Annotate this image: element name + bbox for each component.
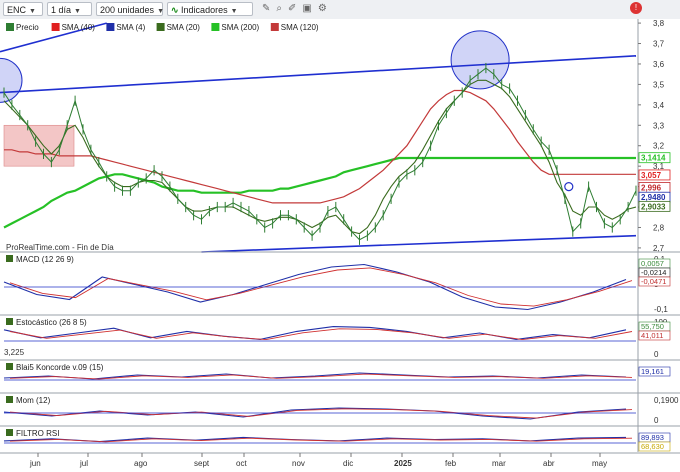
y-tick-label: 2,8 bbox=[653, 223, 665, 232]
x-tick-label: jul bbox=[79, 459, 88, 468]
legend-swatch bbox=[106, 23, 115, 31]
chart-area: 3,83,73,63,53,43,33,23,132,92,82,73,1414… bbox=[0, 19, 680, 468]
x-tick-label: may bbox=[592, 459, 607, 468]
panel-icon bbox=[6, 255, 13, 262]
legend-label: SMA (120) bbox=[281, 23, 319, 32]
legend-label: SMA (200) bbox=[221, 23, 259, 32]
value-tag-label: 3,1414 bbox=[641, 154, 666, 163]
indicators-button[interactable]: ∿ Indicadores ▼ bbox=[167, 2, 253, 16]
indicators-label: Indicadores bbox=[181, 5, 228, 15]
panel-tick-label: 0 bbox=[654, 350, 659, 359]
symbol-selector[interactable]: ENC ▼ bbox=[3, 2, 43, 16]
panel-signal-line bbox=[9, 373, 633, 380]
panel-tag-label: 0,0057 bbox=[641, 259, 664, 268]
camera-icon[interactable]: ▣ bbox=[302, 3, 317, 14]
x-tick-label: dic bbox=[343, 459, 353, 468]
legend-swatch bbox=[6, 23, 14, 31]
panel-signal-line bbox=[9, 408, 633, 419]
chevron-down-icon: ▼ bbox=[74, 8, 81, 15]
indicators-icon: ∿ bbox=[171, 5, 182, 15]
watermark-label: ProRealTime.com - Fin de Día bbox=[6, 243, 114, 252]
y-tick-label: 3,4 bbox=[653, 101, 665, 110]
panel-title: Mom (12) bbox=[16, 396, 51, 405]
x-tick-label: sept bbox=[194, 459, 210, 468]
tool-icons: ✎⌕✐▣⚙ bbox=[262, 3, 333, 14]
legend-label: SMA (4) bbox=[116, 23, 145, 32]
panel-tag-label: 41,011 bbox=[641, 331, 663, 340]
y-tick-label: 3,8 bbox=[653, 19, 665, 28]
panel-left-value: 3,225 bbox=[4, 348, 25, 357]
value-tag-label: 3,057 bbox=[641, 171, 662, 180]
panel-tag-label: 89,893 bbox=[641, 433, 664, 442]
chevron-down-icon: ▼ bbox=[230, 8, 238, 15]
x-tick-label: jun bbox=[29, 459, 41, 468]
legend-swatch bbox=[51, 23, 60, 31]
legend-swatch bbox=[211, 23, 220, 31]
panel-tick-label: 0,1900 bbox=[654, 396, 679, 405]
timeframe-selector[interactable]: 1 día ▼ bbox=[47, 2, 92, 16]
x-tick-label: nov bbox=[292, 459, 305, 468]
legend-label: SMA (20) bbox=[167, 23, 201, 32]
panel-title: Estocástico (26 8 5) bbox=[16, 318, 87, 327]
indicator-panels: MACD (12 26 9)0,10-0,10,0057-0,0214-0,04… bbox=[0, 251, 680, 452]
value-tag-label: 2,996 bbox=[641, 183, 662, 192]
panel-title: MACD (12 26 9) bbox=[16, 255, 74, 264]
draw-icon[interactable]: ✐ bbox=[288, 3, 302, 14]
legend-swatch bbox=[156, 23, 165, 31]
chevron-down-icon: ▼ bbox=[157, 8, 164, 15]
settings-icon[interactable]: ⚙ bbox=[318, 3, 333, 14]
panel-icon bbox=[6, 318, 13, 325]
y-tick-label: 3,7 bbox=[653, 40, 665, 49]
panel-tag-label: -0,0214 bbox=[641, 268, 666, 277]
panel-tag-label: -0,0471 bbox=[641, 277, 666, 286]
x-tick-label: abr bbox=[543, 459, 555, 468]
panel-tick-label: -0,1 bbox=[654, 305, 668, 314]
panel-icon bbox=[6, 396, 13, 403]
units-selector[interactable]: 200 unidades ▼ bbox=[96, 2, 164, 16]
highlight-box bbox=[3, 124, 75, 167]
value-tag-label: 2,9480 bbox=[641, 193, 666, 202]
y-tick-label: 3,5 bbox=[653, 80, 665, 89]
search-icon[interactable]: ⌕ bbox=[276, 3, 288, 14]
value-tag-label: 2,9033 bbox=[641, 202, 666, 211]
symbol-label: ENC bbox=[7, 5, 27, 15]
panel-icon bbox=[6, 429, 13, 436]
panel-tag-label: 68,630 bbox=[641, 442, 664, 451]
y-tick-label: 3,3 bbox=[653, 121, 665, 130]
legend-swatch bbox=[270, 23, 279, 31]
panel-icon bbox=[6, 363, 13, 370]
alert-icon[interactable]: ! bbox=[630, 2, 642, 14]
panel-title: FILTRO RSI bbox=[16, 429, 59, 438]
panel-signal-line bbox=[9, 328, 633, 341]
units-label: 200 unidades bbox=[100, 5, 155, 15]
price-legend: Precio SMA (40) SMA (4) SMA (20) SMA (200) SM… bbox=[6, 23, 319, 32]
x-tick-label: 2025 bbox=[394, 459, 412, 468]
wrench-icon[interactable]: ✎ bbox=[262, 3, 276, 14]
panel-tag-label: 55,750 bbox=[641, 322, 664, 331]
panel-tag-label: 19,161 bbox=[641, 367, 664, 376]
timeframe-label: 1 día bbox=[51, 5, 72, 15]
x-tick-label: oct bbox=[236, 459, 247, 468]
x-tick-label: mar bbox=[492, 459, 506, 468]
panel-title: Blai5 Koncorde v.09 (15) bbox=[16, 363, 104, 372]
x-axis: jun jul ago sept oct nov dic 2025 feb mar abr may bbox=[0, 452, 680, 468]
price-background bbox=[0, 19, 680, 252]
legend-label: Precio bbox=[16, 23, 39, 32]
price-panel: 3,83,73,63,53,43,33,23,132,92,82,73,1414… bbox=[0, 19, 680, 452]
x-tick-label: feb bbox=[445, 459, 457, 468]
x-tick-label: ago bbox=[134, 459, 148, 468]
toolbar: ENC ▼ 1 día ▼ 200 unidades ▼ ∿ Indicadores ▼… bbox=[0, 0, 680, 20]
panel-tick-label: 0 bbox=[654, 416, 659, 425]
y-tick-label: 3,6 bbox=[653, 60, 665, 69]
chevron-down-icon: ▼ bbox=[29, 8, 36, 15]
legend-label: SMA (40) bbox=[62, 23, 96, 32]
y-tick-label: 3,2 bbox=[653, 142, 665, 151]
